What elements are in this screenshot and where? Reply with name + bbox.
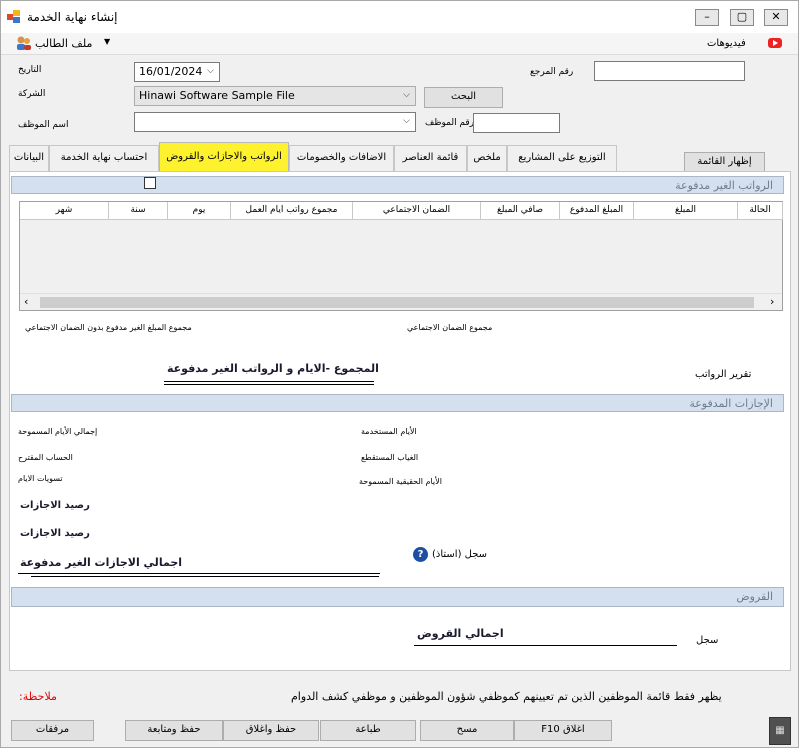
col-header-day[interactable]: يوم bbox=[168, 202, 231, 220]
total-underline-2 bbox=[164, 384, 374, 385]
chevron-down-icon[interactable]: ▼ bbox=[104, 37, 110, 46]
employee-no-label: رقم الموظف bbox=[425, 118, 475, 128]
student-file-menu[interactable]: ملف الطالب bbox=[35, 37, 92, 50]
ref-no-label: رقم المرجع bbox=[530, 67, 574, 77]
horizontal-scrollbar[interactable]: ‹ › bbox=[20, 293, 782, 310]
leave-balance-label: رصيد الاجازات bbox=[20, 500, 90, 511]
tab-data[interactable]: البيانات bbox=[9, 145, 49, 171]
proposed-account-label: الحساب المقترح bbox=[18, 453, 73, 462]
leaves-underline-2 bbox=[31, 576, 379, 577]
title-bar: إنشاء نهاية الخدمة – ▢ ✕ bbox=[1, 1, 798, 33]
company-value: Hinawi Software Sample File bbox=[139, 89, 295, 102]
col-header-social-security[interactable]: الضمان الاجتماعي bbox=[353, 202, 481, 220]
user-icon bbox=[15, 35, 31, 51]
unpaid-leaves-total: اجمالي الاجازات الغير مدفوعة bbox=[20, 556, 183, 569]
actual-allowed-days-label: الأيام الحقيقية المسموحة bbox=[359, 477, 442, 486]
note-text: يظهر فقط قائمة الموظفين الذين تم تعيينهم… bbox=[291, 690, 722, 703]
unpaid-salaries-checkbox[interactable] bbox=[144, 177, 156, 189]
youtube-icon[interactable] bbox=[768, 38, 782, 48]
total-underline bbox=[164, 381, 374, 382]
chevron-down-icon: ⌵ bbox=[207, 66, 214, 76]
chevron-down-icon: ⌵ bbox=[403, 116, 410, 126]
help-icon[interactable]: ? bbox=[413, 547, 428, 562]
deducted-absence-label: الغياب المستقطع bbox=[361, 453, 419, 462]
tab-additions-deductions[interactable]: الاضافات والخصومات bbox=[289, 145, 394, 171]
loans-total: اجمالي القروض bbox=[417, 627, 504, 640]
tab-project-distribution[interactable]: التوزيع على المشاريع bbox=[507, 145, 617, 171]
date-picker[interactable]: 16/01/2024 ⌵ bbox=[134, 62, 220, 82]
salary-report-link[interactable]: تقرير الرواتب bbox=[695, 369, 751, 380]
videos-link[interactable]: فيديوهات bbox=[707, 38, 746, 49]
show-list-button[interactable]: إظهار القائمة bbox=[684, 152, 765, 173]
app-icon bbox=[7, 10, 21, 24]
window-title: إنشاء نهاية الخدمة bbox=[27, 10, 118, 24]
col-header-amount[interactable]: المبلغ bbox=[634, 202, 738, 220]
close-f10-button[interactable]: F10 اغلاق bbox=[514, 720, 612, 741]
print-button[interactable]: طباعة bbox=[320, 720, 416, 741]
col-header-month[interactable]: شهر bbox=[20, 202, 109, 220]
col-header-paid-amount[interactable]: المبلغ المدفوع bbox=[560, 202, 634, 220]
total-ss-label: مجموع الضمان الاجتماعي bbox=[407, 323, 493, 332]
tab-salaries-leaves-loans[interactable]: الرواتب والاجازات والقروض bbox=[159, 142, 289, 172]
scroll-thumb[interactable] bbox=[40, 297, 754, 308]
total-unpaid-no-ss-label: مجموع المبلغ الغير مدفوع بدون الضمان الا… bbox=[25, 323, 192, 332]
ref-no-input[interactable] bbox=[594, 61, 745, 81]
scroll-left-icon[interactable]: ‹ bbox=[24, 295, 28, 308]
leave-balance-label-2: رصيد الاجازات bbox=[20, 528, 90, 539]
leaves-underline bbox=[18, 573, 380, 574]
calculator-icon[interactable]: ▦ bbox=[769, 717, 791, 745]
loans-underline bbox=[414, 645, 677, 646]
ledger-record-link[interactable]: سجل (استاذ) bbox=[432, 549, 487, 560]
loans-record-link[interactable]: سجل bbox=[696, 635, 718, 646]
maximize-button[interactable]: ▢ bbox=[730, 9, 754, 26]
loans-section-header: القروض bbox=[11, 587, 784, 607]
scroll-right-icon[interactable]: › bbox=[770, 295, 774, 308]
main-window: إنشاء نهاية الخدمة – ▢ ✕ ملف الطالب ▼ في… bbox=[0, 0, 799, 748]
col-header-net-amount[interactable]: صافي المبلغ bbox=[481, 202, 560, 220]
employee-no-input[interactable] bbox=[473, 113, 560, 133]
save-continue-button[interactable]: حفظ ومتابعة bbox=[125, 720, 223, 741]
tab-summary[interactable]: ملخص bbox=[467, 145, 507, 171]
tab-end-of-service-calc[interactable]: احتساب نهاية الخدمة bbox=[49, 145, 159, 171]
col-header-workday-salaries[interactable]: مجموع رواتب ايام العمل bbox=[231, 202, 353, 220]
save-close-button[interactable]: حفظ واغلاق bbox=[223, 720, 319, 741]
col-header-status[interactable]: الحالة bbox=[738, 202, 783, 220]
search-button[interactable]: البحث bbox=[424, 87, 503, 108]
unpaid-days-salaries-total: المجموع -الايام و الرواتب الغير مدفوعة bbox=[167, 362, 379, 375]
chevron-down-icon: ⌵ bbox=[403, 90, 410, 100]
employee-name-select[interactable]: ⌵ bbox=[134, 112, 416, 132]
company-select[interactable]: Hinawi Software Sample File ⌵ bbox=[134, 86, 416, 106]
menu-bar: ملف الطالب ▼ فيديوهات bbox=[1, 33, 798, 55]
paid-leaves-section-header: الإجازات المدفوعة bbox=[11, 394, 784, 412]
attachments-button[interactable]: مرفقات bbox=[11, 720, 94, 741]
date-value: 16/01/2024 bbox=[139, 65, 203, 78]
used-days-label: الأيام المستخدمة bbox=[361, 427, 417, 436]
note-label: :ملاحظة bbox=[19, 690, 57, 703]
date-label: التاريخ bbox=[18, 65, 42, 75]
unpaid-salaries-section-header: الرواتب الغير مدفوعة bbox=[11, 176, 784, 194]
day-settlements-label: تسويات الايام bbox=[18, 474, 63, 483]
unpaid-salaries-grid[interactable]: الحالة المبلغ المبلغ المدفوع صافي المبلغ… bbox=[19, 201, 783, 311]
total-allowed-days-label: إجمالي الأيام المسموحة bbox=[18, 427, 98, 436]
employee-name-label: اسم الموظف bbox=[18, 120, 69, 130]
col-header-year[interactable]: سنة bbox=[109, 202, 168, 220]
company-label: الشركة bbox=[18, 89, 46, 99]
close-button[interactable]: ✕ bbox=[764, 9, 788, 26]
tab-items-list[interactable]: قائمة العناصر bbox=[394, 145, 467, 171]
minimize-button[interactable]: – bbox=[695, 9, 719, 26]
clear-button[interactable]: مسح bbox=[420, 720, 514, 741]
